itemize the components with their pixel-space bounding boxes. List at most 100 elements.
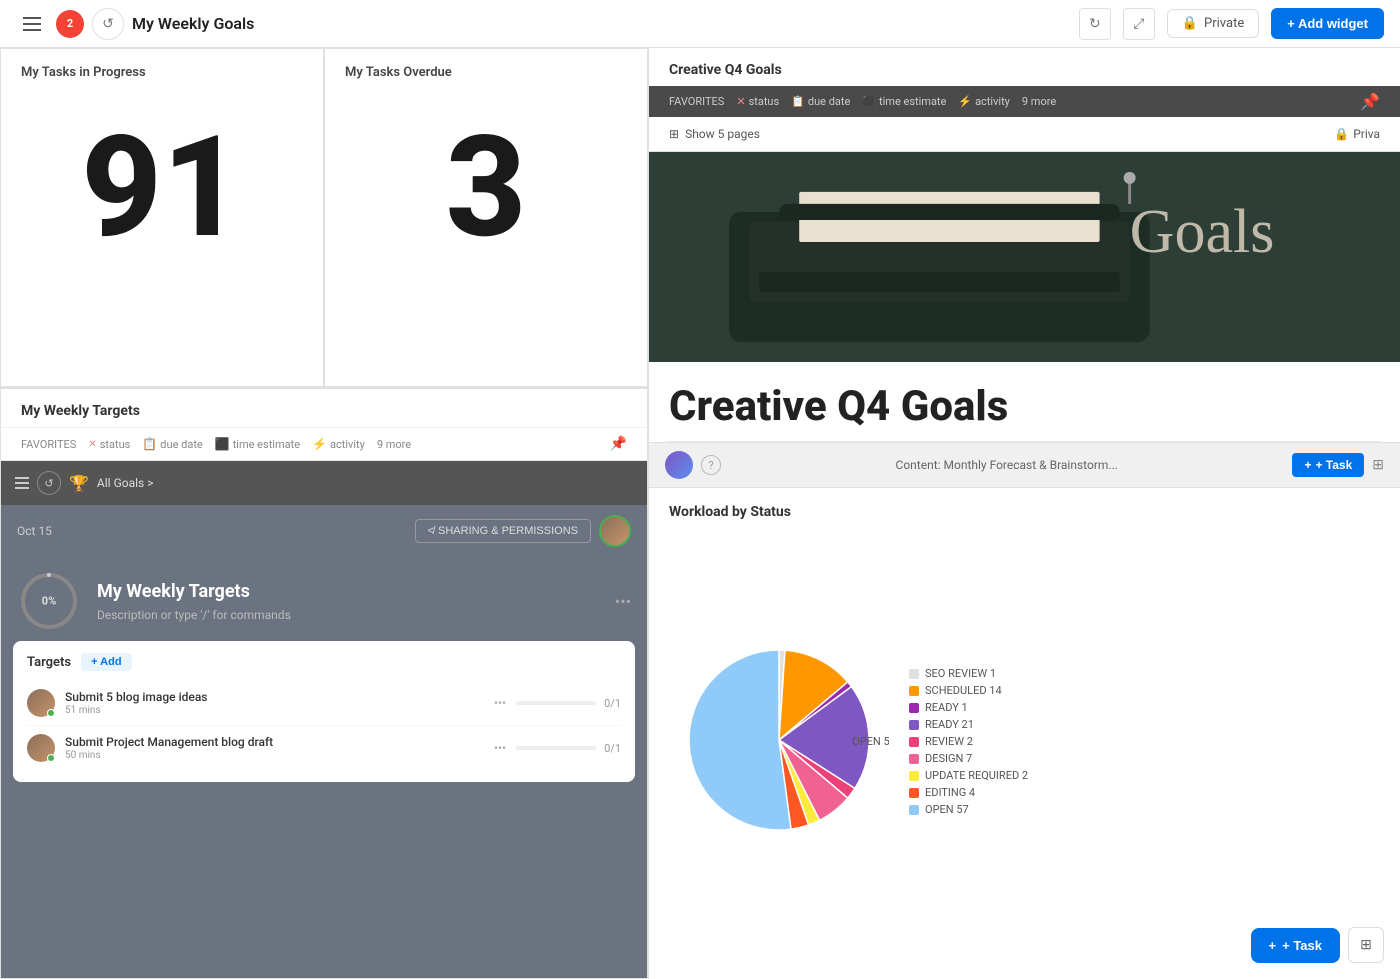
expand-button[interactable]: ⤢: [1123, 8, 1155, 40]
target-name-2: Submit Project Management blog draft: [65, 735, 484, 749]
left-panel: My Tasks in Progress 91 My Tasks Overdue…: [0, 48, 648, 979]
gd-add-button[interactable]: + Add: [81, 653, 131, 671]
gd-date-row: Oct 15 ≮ SHARING & PERMISSIONS: [1, 505, 647, 553]
target-item-2: Submit Project Management blog draft 50 …: [27, 726, 621, 770]
target-progress-2: 0/1: [516, 742, 621, 755]
cq4-more[interactable]: 9 more: [1022, 95, 1056, 108]
target-item: Submit 5 blog image ideas 51 mins ••• 0/…: [27, 681, 621, 726]
cq4-due-date[interactable]: 📋 due date: [791, 95, 850, 108]
cq4-toolbar: FAVORITES ✕ status 📋 due date ⬛ time est…: [649, 86, 1400, 117]
target-avatar-2: [27, 734, 55, 762]
page-title: My Weekly Goals: [132, 14, 254, 33]
cq4-pin-icon[interactable]: 📌: [1360, 92, 1380, 111]
legend-label: OPEN 57: [925, 803, 969, 816]
cq4-section: Creative Q4 Goals FAVORITES ✕ status 📋 d…: [649, 48, 1400, 488]
tasks-in-progress-count: 91: [21, 118, 303, 258]
wt-more[interactable]: 9 more: [377, 438, 411, 451]
gd-date: Oct 15: [17, 524, 52, 538]
gd-goal-info: My Weekly Targets Description or type '/…: [97, 581, 599, 622]
cq4-help-button[interactable]: ?: [701, 455, 721, 475]
gd-goal-name: My Weekly Targets: [97, 581, 599, 602]
cq4-pages-button[interactable]: ⊞ Show 5 pages: [669, 127, 760, 141]
wt-toolbar: FAVORITES ✕ status 📋 due date ⬛ time est…: [1, 428, 647, 461]
cq4-time-estimate-icon: ⬛: [862, 95, 876, 108]
goal-detail-header: ↺ 🏆 All Goals >: [1, 461, 647, 505]
time-estimate-icon: ⬛: [215, 437, 230, 451]
gd-more-icon[interactable]: •••: [615, 592, 631, 611]
cq4-due-date-icon: 📋: [791, 95, 805, 108]
cq4-subheader: ⊞ Show 5 pages 🔒 Priva: [649, 117, 1400, 152]
add-task-float-button[interactable]: + + Task: [1251, 928, 1340, 963]
target-more-1[interactable]: •••: [494, 696, 506, 710]
wt-favorites[interactable]: FAVORITES: [21, 438, 76, 451]
legend-item: REVIEW 2: [909, 735, 1028, 748]
legend-label: READY 1: [925, 701, 968, 714]
target-bar-1: [516, 701, 596, 705]
tasks-overdue-title: My Tasks Overdue: [345, 65, 627, 80]
gd-avatar: [599, 515, 631, 547]
wt-due-date[interactable]: 📋 due date: [142, 437, 202, 451]
cq4-activity[interactable]: ⚡ activity: [958, 95, 1010, 108]
grid-view-button[interactable]: ⊞: [1348, 927, 1384, 963]
cq4-task-button[interactable]: + + Task: [1292, 453, 1364, 477]
wt-pin-icon[interactable]: 📌: [610, 436, 627, 452]
menu-button[interactable]: [16, 8, 48, 40]
legend-item: EDITING 4: [909, 786, 1028, 799]
chart-legend: SEO REVIEW 1SCHEDULED 14READY 1READY 21R…: [909, 667, 1028, 816]
legend-item: DESIGN 7: [909, 752, 1028, 765]
add-widget-button[interactable]: + Add widget: [1271, 8, 1384, 39]
goal-detail: ↺ 🏆 All Goals > Oct 15 ≮ SHARING & PERMI…: [1, 461, 647, 978]
cq4-status[interactable]: ✕ status: [736, 95, 779, 108]
workload-title: Workload by Status: [669, 504, 1380, 520]
target-bar-2: [516, 746, 596, 750]
share-icon: ≮: [428, 525, 434, 537]
tasks-overdue-card: My Tasks Overdue 3: [324, 48, 648, 387]
target-ratio-1: 0/1: [604, 697, 621, 710]
legend-item: READY 21: [909, 718, 1028, 731]
gd-undo-button[interactable]: ↺: [37, 471, 61, 495]
wt-status[interactable]: ✕ status: [88, 438, 130, 451]
tasks-overdue-count: 3: [345, 118, 627, 258]
cq4-title: Creative Q4 Goals: [669, 62, 782, 78]
weekly-targets-container: My Weekly Targets FAVORITES ✕ status 📋 d…: [0, 388, 648, 979]
target-more-2[interactable]: •••: [494, 741, 506, 755]
due-date-icon: 📋: [142, 437, 157, 451]
online-indicator: [47, 709, 55, 717]
refresh-button[interactable]: ↻: [1079, 8, 1111, 40]
cq4-time-estimate[interactable]: ⬛ time estimate: [862, 95, 946, 108]
gd-share-button[interactable]: ≮ SHARING & PERMISSIONS: [415, 519, 591, 543]
cq4-favorites[interactable]: FAVORITES: [669, 95, 724, 108]
gd-targets-label: Targets: [27, 655, 71, 670]
right-panel: Creative Q4 Goals FAVORITES ✕ status 📋 d…: [648, 48, 1400, 979]
pages-icon: ⊞: [669, 127, 679, 141]
notification-badge[interactable]: 2: [56, 10, 84, 38]
tasks-in-progress-title: My Tasks in Progress: [21, 65, 303, 80]
plus-icon: +: [1304, 458, 1311, 472]
svg-text:Goals: Goals: [1130, 198, 1275, 266]
add-task-plus-icon: +: [1269, 938, 1277, 953]
wt-header: My Weekly Targets: [1, 389, 647, 428]
cq4-page-title: Creative Q4 Goals: [649, 362, 1400, 441]
svg-text:OPEN 57: OPEN 57: [852, 735, 889, 748]
cq4-private-button[interactable]: 🔒 Priva: [1334, 127, 1380, 141]
gd-breadcrumb[interactable]: All Goals >: [97, 476, 154, 490]
wt-time-estimate[interactable]: ⬛ time estimate: [215, 437, 300, 451]
target-time-2: 50 mins: [65, 750, 484, 761]
legend-label: REVIEW 2: [925, 735, 973, 748]
target-name-1: Submit 5 blog image ideas: [65, 690, 484, 704]
gd-menu-button[interactable]: [15, 477, 29, 489]
cq4-bottom-bar: ? Content: Monthly Forecast & Brainstorm…: [649, 442, 1400, 487]
top-header: 2 ↺ My Weekly Goals ↻ ⤢ 🔒 Private + Add …: [0, 0, 1400, 48]
legend-label: EDITING 4: [925, 786, 975, 799]
undo-button[interactable]: ↺: [92, 8, 124, 40]
wt-title: My Weekly Targets: [21, 403, 627, 419]
wt-activity[interactable]: ⚡ activity: [312, 437, 365, 451]
chart-container: OPEN 57 SEO REVIEW 1SCHEDULED 14READY 1R…: [669, 532, 1380, 951]
private-button[interactable]: 🔒 Private: [1167, 9, 1259, 38]
cq4-grid-icon[interactable]: ⊞: [1372, 457, 1384, 473]
target-info-1: Submit 5 blog image ideas 51 mins: [65, 690, 484, 716]
target-time-1: 51 mins: [65, 705, 484, 716]
gd-targets-header: Targets + Add: [27, 653, 621, 671]
cq4-status-x-icon: ✕: [736, 95, 745, 108]
legend-item: READY 1: [909, 701, 1028, 714]
